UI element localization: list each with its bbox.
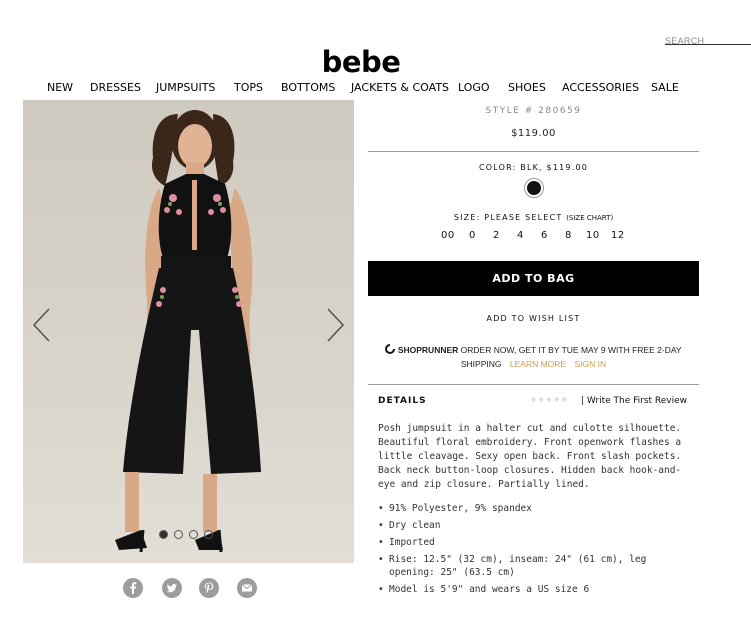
color-swatch-black[interactable]: [527, 181, 541, 195]
size-option[interactable]: 00: [441, 230, 455, 241]
nav-new[interactable]: NEW: [47, 81, 73, 94]
shoprunner-text: ORDER NOW, GET IT BY TUE MAY 9 WITH FREE…: [460, 345, 682, 355]
search-box[interactable]: [665, 31, 751, 46]
add-to-bag-button[interactable]: ADD TO BAG: [368, 261, 699, 296]
shoprunner-logo-icon: [385, 344, 396, 354]
nav-jumpsuits[interactable]: JUMPSUITS: [156, 81, 215, 94]
carousel-dot-4[interactable]: [204, 530, 213, 539]
spec-item: Model is 5'9" and wears a US size 6: [378, 583, 694, 596]
main-nav: NEW DRESSES JUMPSUITS TOPS BOTTOMS JACKE…: [0, 81, 751, 99]
color-label: COLOR: BLK, $119.00: [478, 163, 589, 172]
divider: [368, 151, 699, 152]
size-option[interactable]: 6: [541, 230, 548, 241]
divider: [368, 384, 699, 385]
shoprunner-sign-in-link[interactable]: SIGN IN: [574, 359, 606, 369]
pinterest-icon[interactable]: [199, 578, 219, 598]
carousel-dots: [159, 530, 219, 540]
size-label-text: SIZE: PLEASE SELECT: [453, 213, 563, 222]
size-option[interactable]: 8: [565, 230, 572, 241]
carousel-dot-3[interactable]: [189, 530, 198, 539]
size-options: 00 0 2 4 6 8 10 12: [368, 230, 699, 244]
size-label: SIZE: PLEASE SELECT (SIZE CHART): [368, 213, 699, 222]
nav-bottoms[interactable]: BOTTOMS: [281, 81, 335, 94]
nav-shoes[interactable]: SHOES: [508, 81, 546, 94]
twitter-icon[interactable]: [162, 578, 182, 598]
product-specs-list: 91% Polyester, 9% spandex Dry clean Impo…: [378, 502, 694, 600]
product-price: $119.00: [511, 128, 556, 139]
carousel-dot-2[interactable]: [174, 530, 183, 539]
size-chart-link[interactable]: (SIZE CHART): [566, 214, 613, 222]
nav-tops[interactable]: TOPS: [234, 81, 263, 94]
bebe-logo[interactable]: bebe: [307, 48, 415, 77]
spec-item: Rise: 12.5" (32 cm), inseam: 24" (61 cm)…: [378, 553, 694, 579]
nav-logo[interactable]: LOGO: [458, 81, 490, 94]
carousel-dot-1[interactable]: [159, 530, 168, 539]
product-description: Posh jumpsuit in a halter cut and culott…: [378, 423, 682, 490]
size-option[interactable]: 12: [611, 230, 625, 241]
shoprunner-learn-more-link[interactable]: LEARN MORE: [510, 359, 566, 369]
nav-sale[interactable]: SALE: [651, 81, 679, 94]
nav-jackets-coats[interactable]: JACKETS & COATS: [351, 81, 449, 94]
shoprunner-text-2: SHIPPING: [460, 359, 502, 369]
product-image[interactable]: [23, 100, 354, 563]
shoprunner-logo-text: SHOPRUNNER: [397, 345, 459, 355]
model-figure: [115, 110, 261, 553]
details-heading: DETAILS: [378, 396, 427, 406]
facebook-icon[interactable]: [123, 578, 143, 598]
next-image-arrow-icon[interactable]: [326, 307, 346, 343]
spec-item: Imported: [378, 536, 694, 549]
size-option[interactable]: 2: [493, 230, 500, 241]
spec-item: 91% Polyester, 9% spandex: [378, 502, 694, 515]
size-option[interactable]: 10: [586, 230, 600, 241]
spec-item: Dry clean: [378, 519, 694, 532]
shoprunner-banner: SHOPRUNNER ORDER NOW, GET IT BY TUE MAY …: [368, 343, 699, 371]
nav-dresses[interactable]: DRESSES: [90, 81, 141, 94]
rating-stars: ★★★★★: [530, 395, 569, 404]
write-review-link[interactable]: | Write The First Review: [581, 396, 687, 406]
email-icon[interactable]: [237, 578, 257, 598]
previous-image-arrow-icon[interactable]: [31, 307, 51, 343]
nav-accessories[interactable]: ACCESSORIES: [562, 81, 639, 94]
size-option[interactable]: 4: [517, 230, 524, 241]
search-input[interactable]: [665, 36, 751, 46]
style-number: STYLE # 280659: [485, 106, 582, 116]
add-to-wish-list-link[interactable]: ADD TO WISH LIST: [368, 314, 699, 323]
size-option[interactable]: 0: [469, 230, 476, 241]
